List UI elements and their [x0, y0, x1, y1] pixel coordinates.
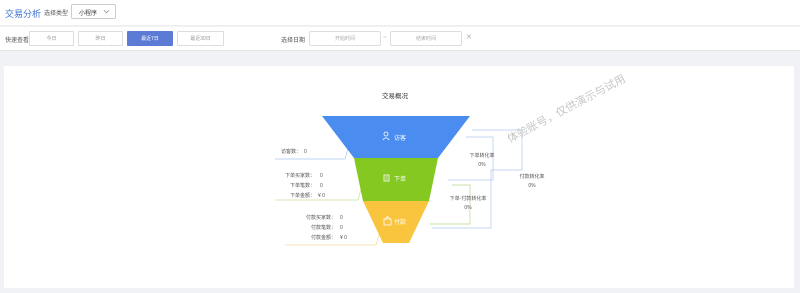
- payment-buyers-label: 付款买家数：: [306, 214, 336, 221]
- stage-label-payment: 付款: [394, 218, 406, 226]
- order-payment-conversion-label: 下单-付款转化率: [450, 195, 487, 202]
- payment-conversion-value: 0%: [528, 183, 536, 189]
- order-conversion-label: 下单转化率: [469, 152, 494, 159]
- order-amount-label: 下单金额：: [290, 192, 315, 199]
- order-amount-value: ¥ 0: [318, 193, 325, 199]
- payment-buyers-value: 0: [340, 215, 343, 221]
- payment-amount-value: ¥ 0: [340, 235, 347, 241]
- visitor-count-label: 访客数：: [281, 148, 301, 155]
- stage-label-order: 下单: [394, 175, 406, 183]
- payment-count-label: 付款笔数：: [311, 224, 336, 231]
- payment-amount-label: 付款金额：: [311, 234, 336, 241]
- order-buyers-label: 下单买家数：: [285, 172, 315, 179]
- order-count-label: 下单笔数：: [290, 182, 315, 189]
- order-conversion-value: 0%: [478, 162, 486, 168]
- stage-label-visitor: 访客: [394, 134, 406, 142]
- order-payment-conversion-value: 0%: [464, 205, 472, 211]
- watermark: 体验账号，仅供演示与试用: [505, 71, 628, 145]
- overview-title: 交易概况: [382, 91, 409, 100]
- order-buyers-value: 0: [320, 173, 323, 179]
- visitor-count-value: 0: [304, 149, 307, 155]
- order-count-value: 0: [320, 183, 323, 189]
- funnel-chart: 交易概况 访客 下单 付款 访客数： 0 下单买家数： 0 下单笔数： 0 下单…: [275, 71, 628, 246]
- payment-conversion-label: 付款转化率: [519, 173, 544, 180]
- payment-count-value: 0: [340, 225, 343, 231]
